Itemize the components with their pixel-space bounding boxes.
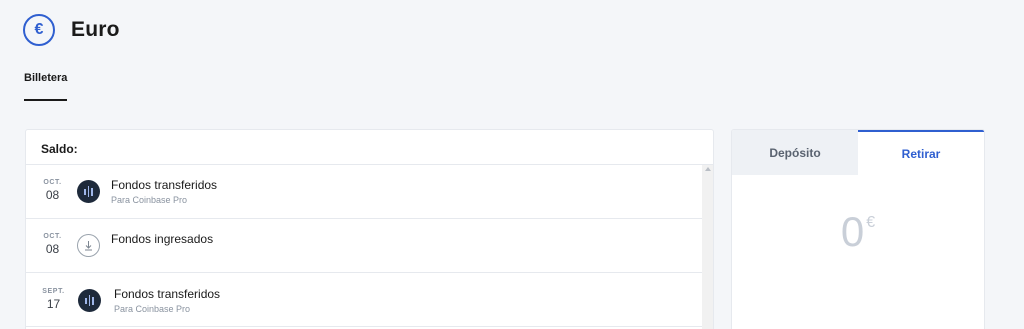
tab-wallet[interactable]: Billetera xyxy=(24,72,67,84)
amount-value: 0 xyxy=(840,208,865,255)
scroll-up-arrow-icon[interactable] xyxy=(705,167,711,171)
coinbase-pro-icon xyxy=(78,289,101,312)
coinbase-pro-icon xyxy=(77,180,100,203)
transaction-title: Fondos transferidos xyxy=(111,178,218,192)
download-arrow-icon xyxy=(85,241,92,251)
transaction-row[interactable]: SEPT. 17 Fondos transferidos Para Coinba… xyxy=(26,273,704,327)
transaction-history-card: Saldo: OCT. 08 Fondos transferidos Para … xyxy=(25,129,714,329)
transaction-day: 08 xyxy=(45,188,60,202)
transaction-date: OCT. 08 xyxy=(39,233,66,256)
transaction-date: SEPT. 17 xyxy=(40,288,67,311)
transaction-title: Fondos transferidos xyxy=(114,287,221,301)
page-header: € Euro xyxy=(23,14,120,46)
euro-currency-icon: € xyxy=(23,14,55,46)
tab-withdraw[interactable]: Retirar xyxy=(858,130,984,175)
tab-active-indicator xyxy=(24,99,67,101)
transaction-day: 08 xyxy=(45,242,60,256)
transaction-day: 17 xyxy=(46,297,61,311)
transaction-subtitle: Para Coinbase Pro xyxy=(111,195,188,205)
transaction-month: SEPT. xyxy=(42,288,65,295)
transaction-date: OCT. 08 xyxy=(39,179,66,202)
transaction-row[interactable]: OCT. 08 Fondos transferidos Para Coinbas… xyxy=(26,165,704,219)
download-icon xyxy=(77,234,100,257)
transfer-tabs: Depósito Retirar xyxy=(732,130,984,175)
balance-label: Saldo: xyxy=(26,130,713,165)
transaction-subtitle: Para Coinbase Pro xyxy=(114,304,191,314)
transaction-row[interactable]: OCT. 08 Fondos ingresados xyxy=(26,219,704,273)
transaction-month: OCT. xyxy=(43,179,62,186)
transaction-list: OCT. 08 Fondos transferidos Para Coinbas… xyxy=(26,165,713,327)
transaction-title: Fondos ingresados xyxy=(111,232,214,246)
transaction-month: OCT. xyxy=(43,233,62,240)
amount-currency: € xyxy=(866,214,876,231)
tab-deposit[interactable]: Depósito xyxy=(732,130,858,175)
page-title: Euro xyxy=(71,18,120,41)
amount-display[interactable]: 0 € xyxy=(732,208,984,256)
transaction-list-scrollbar[interactable] xyxy=(702,165,713,329)
transfer-card: Depósito Retirar 0 € xyxy=(731,129,985,329)
